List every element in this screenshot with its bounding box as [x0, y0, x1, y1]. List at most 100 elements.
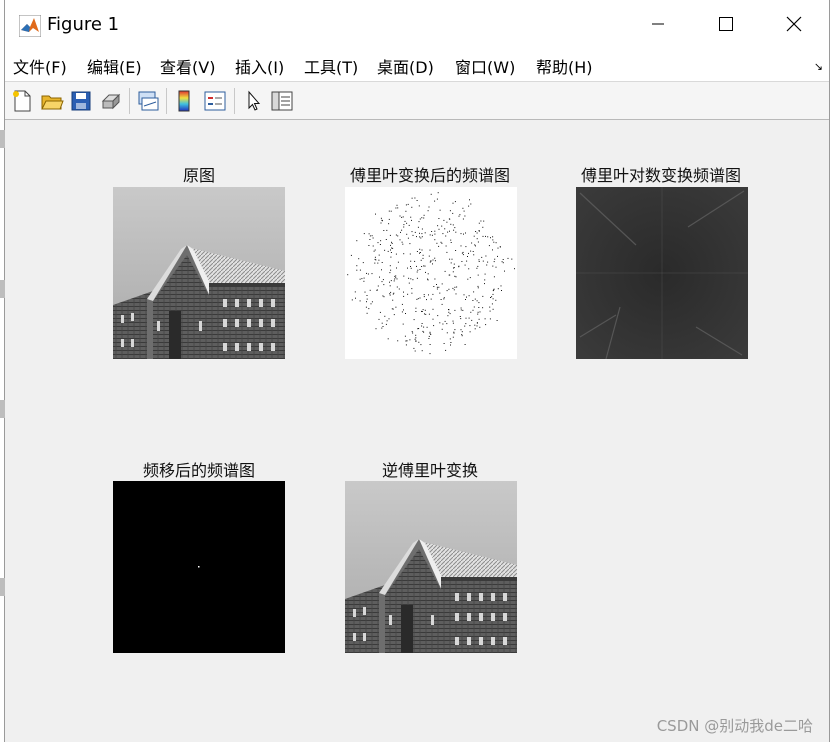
spectrum-point — [404, 220, 406, 222]
save-icon[interactable] — [69, 89, 93, 113]
minimize-button[interactable] — [625, 0, 691, 48]
toolbar-separator — [234, 88, 235, 114]
figure-canvas[interactable]: 原图 傅里叶变换后的频谱图 傅里叶对数变换频谱图 频移后的频谱图 逆傅里叶变换 … — [5, 120, 829, 742]
spectrum-point — [469, 325, 471, 327]
menu-tools[interactable]: 工具(T) — [304, 54, 358, 78]
dock-figure-icon[interactable]: ↘ — [814, 60, 823, 73]
spectrum-point — [428, 313, 430, 315]
open-file-icon[interactable] — [40, 89, 64, 113]
spectrum-point — [388, 223, 390, 225]
spectrum-point — [438, 228, 440, 230]
spectrum-point — [442, 233, 444, 235]
spectrum-point — [485, 255, 487, 257]
spectrum-point — [434, 278, 436, 280]
spectrum-point — [380, 240, 382, 242]
spectrum-point — [377, 242, 379, 244]
spectrum-point — [384, 249, 386, 251]
close-button[interactable] — [761, 0, 827, 48]
spectrum-point — [465, 299, 466, 300]
menu-help[interactable]: 帮助(H) — [536, 54, 593, 78]
spectrum-point — [390, 249, 391, 251]
figure-window: Figure 1 文件(F) 编辑(E) 查看(V) 插入(I) 工具(T) 桌… — [4, 0, 830, 742]
spectrum-point — [388, 210, 390, 212]
spectrum-point — [427, 279, 429, 281]
link-plot-icon[interactable] — [136, 89, 160, 113]
spectrum-point — [474, 324, 476, 326]
spectrum-point — [423, 294, 425, 296]
spectrum-point — [507, 257, 509, 259]
spectrum-point — [404, 335, 406, 337]
spectrum-point — [478, 318, 480, 320]
spectrum-point — [362, 262, 364, 264]
spectrum-point — [375, 328, 377, 330]
spectrum-point — [411, 197, 413, 199]
spectrum-point — [417, 298, 419, 300]
new-figure-icon[interactable] — [10, 89, 34, 113]
spectrum-point — [417, 269, 419, 271]
spectrum-point — [365, 306, 367, 308]
log-spectrum-image[interactable] — [576, 187, 748, 359]
spectrum-point — [436, 286, 438, 288]
spectrum-point — [377, 262, 379, 264]
spectrum-point — [415, 337, 417, 339]
spectrum-point — [389, 293, 391, 295]
print-icon[interactable] — [99, 89, 123, 113]
menu-insert[interactable]: 插入(I) — [235, 54, 284, 78]
spectrum-point — [463, 233, 464, 235]
legend-icon[interactable] — [203, 89, 227, 113]
spectrum-point — [492, 298, 494, 300]
spectrum-point — [429, 249, 431, 251]
spectrum-point — [368, 245, 370, 246]
spectrum-point — [402, 216, 404, 218]
spectrum-point — [411, 288, 413, 290]
maximize-button[interactable] — [693, 0, 759, 48]
menu-view[interactable]: 查看(V) — [160, 54, 215, 78]
spectrum-point — [483, 220, 485, 222]
spectrum-point — [392, 293, 394, 295]
menu-edit[interactable]: 编辑(E) — [87, 54, 142, 78]
spectrum-point — [403, 226, 405, 228]
spectrum-point — [470, 311, 472, 313]
inverse-fft-image[interactable] — [345, 481, 517, 653]
spectrum-point — [401, 229, 403, 231]
spectrum-point — [399, 239, 401, 241]
spectrum-point — [468, 295, 470, 297]
fft-spectrum-image[interactable] — [345, 187, 517, 359]
property-inspector-icon[interactable] — [270, 89, 294, 113]
spectrum-point — [363, 233, 365, 235]
spectrum-point — [448, 274, 450, 276]
spectrum-point — [470, 203, 472, 205]
spectrum-point — [475, 231, 477, 232]
title-bar[interactable]: Figure 1 — [5, 0, 829, 48]
spectrum-point — [385, 239, 387, 240]
menu-desktop[interactable]: 桌面(D) — [377, 54, 434, 78]
spectrum-point — [428, 294, 429, 296]
colorbar-icon[interactable] — [172, 89, 196, 113]
spectrum-point — [421, 325, 423, 327]
spectrum-point — [439, 209, 441, 211]
spectrum-point — [459, 214, 461, 216]
spectrum-point — [436, 284, 437, 285]
spectrum-point — [452, 287, 454, 289]
spectrum-point — [434, 200, 436, 202]
shifted-spectrum-image[interactable] — [113, 481, 285, 653]
original-image[interactable] — [113, 187, 285, 359]
spectrum-point — [492, 308, 494, 310]
spectrum-point — [437, 192, 439, 194]
spectrum-point — [374, 262, 376, 264]
spectrum-point — [415, 334, 417, 336]
spectrum-point — [421, 217, 423, 219]
subplot-title-inverse-fft: 逆傅里叶变换 — [381, 461, 479, 480]
spectrum-point — [440, 241, 442, 243]
menu-window[interactable]: 窗口(W) — [455, 54, 515, 78]
spectrum-point — [474, 298, 476, 300]
spectrum-point — [489, 318, 491, 320]
edit-plot-arrow-icon[interactable] — [241, 89, 265, 113]
spectrum-point — [436, 288, 438, 290]
menu-file[interactable]: 文件(F) — [13, 54, 67, 78]
spectrum-point — [415, 311, 417, 312]
spectrum-point — [452, 271, 454, 273]
spectrum-point — [395, 207, 397, 209]
spectrum-point — [434, 233, 436, 235]
spectrum-point — [409, 339, 411, 341]
